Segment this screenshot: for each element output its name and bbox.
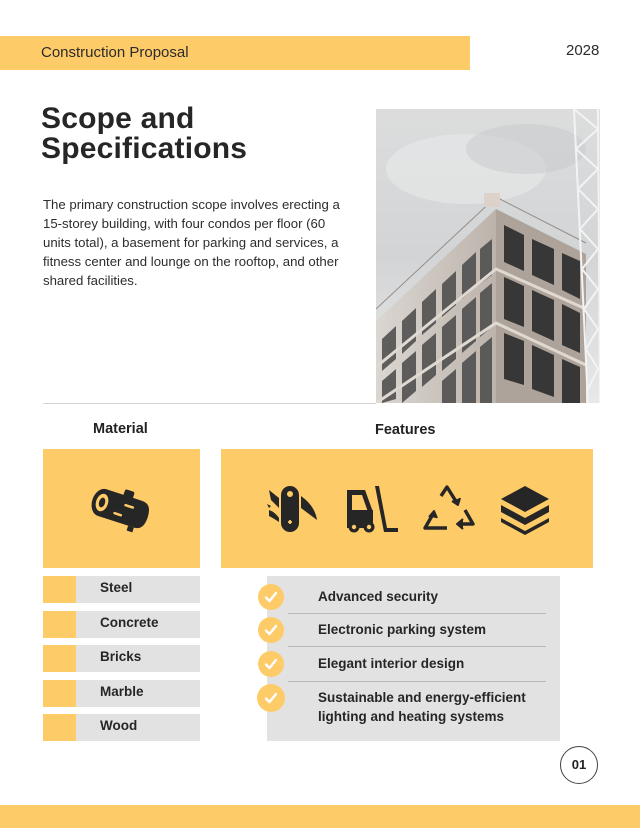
material-label: Wood — [100, 718, 138, 733]
building-photo — [376, 109, 600, 403]
feature-divider — [288, 613, 546, 614]
footer-bar — [0, 805, 640, 828]
material-swatch — [43, 679, 76, 707]
material-label: Concrete — [100, 614, 159, 630]
feature-label: Elegant interior design — [318, 656, 465, 671]
intro-paragraph: The primary construction scope involves … — [43, 197, 340, 288]
feature-divider — [288, 646, 546, 647]
material-item-steel: Steel — [43, 576, 200, 603]
header-bar: Construction Proposal — [0, 36, 470, 70]
features-icon-panel — [221, 449, 593, 568]
material-list: Steel Concrete Bricks Marble Wood — [43, 576, 200, 749]
check-icon — [258, 651, 284, 677]
page-title-line-1: Scope and — [41, 102, 195, 135]
feature-divider — [288, 681, 546, 682]
material-item-concrete: Concrete — [43, 610, 200, 638]
material-label: Marble — [100, 683, 144, 699]
feature-label: Sustainable and energy-efficient lightin… — [318, 690, 526, 724]
material-label: Steel — [100, 580, 133, 595]
layers-icon — [497, 482, 553, 536]
material-swatch — [43, 610, 76, 638]
features-list: Advanced security Electronic parking sys… — [257, 576, 560, 741]
feature-label: Advanced security — [318, 589, 439, 604]
material-heading: Material — [93, 421, 148, 437]
section-divider — [43, 403, 376, 404]
material-icon-panel — [43, 449, 200, 568]
document-year: 2028 — [566, 42, 600, 59]
check-icon — [257, 684, 285, 712]
recycle-icon — [421, 482, 477, 536]
check-icon — [258, 617, 284, 643]
material-swatch — [43, 576, 76, 603]
check-icon — [258, 584, 284, 610]
multi-tool-icon — [265, 482, 321, 536]
page-title-line-2: Specifications — [41, 132, 248, 165]
material-item-bricks: Bricks — [43, 645, 200, 672]
material-label: Bricks — [100, 649, 142, 664]
feature-label: Electronic parking system — [318, 622, 487, 637]
material-swatch — [43, 714, 76, 741]
material-item-wood: Wood — [43, 714, 200, 741]
material-item-marble: Marble — [43, 679, 200, 707]
page-number: 01 — [560, 746, 598, 784]
document-title: Construction Proposal — [41, 44, 189, 61]
log-icon — [91, 488, 149, 533]
building-photo-illustration — [376, 109, 600, 403]
forklift-icon — [343, 482, 399, 536]
material-swatch — [43, 645, 76, 672]
page-title: Scope and Specifications — [41, 104, 247, 164]
features-heading: Features — [375, 422, 436, 438]
